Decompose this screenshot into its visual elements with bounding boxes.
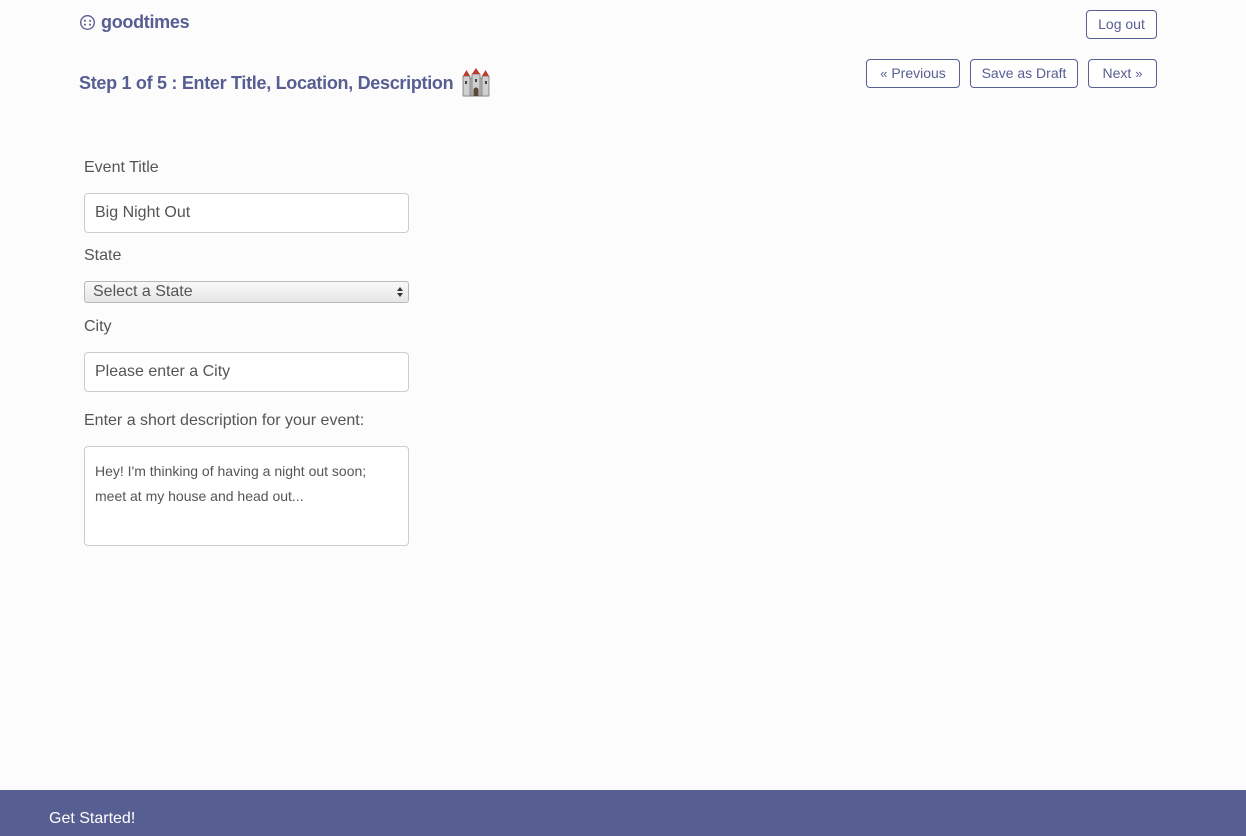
event-title-input[interactable]: [84, 193, 409, 233]
logout-button[interactable]: Log out: [1086, 10, 1157, 39]
brand-name: goodtimes: [101, 12, 190, 32]
save-draft-button[interactable]: Save as Draft: [970, 59, 1078, 88]
state-label: State: [84, 247, 122, 264]
footer-bar: Get Started!: [0, 790, 1246, 836]
event-title-label: Event Title: [84, 159, 159, 176]
select-arrows-icon: [397, 287, 403, 297]
smiley-icon: [80, 15, 95, 30]
previous-label: Previous: [891, 65, 946, 81]
double-chevron-left-icon: «: [880, 66, 888, 81]
description-textarea[interactable]: Hey! I'm thinking of having a night out …: [84, 446, 409, 546]
castle-icon: [462, 68, 490, 97]
city-label: City: [84, 318, 112, 335]
next-label: Next: [1102, 65, 1132, 81]
page: goodtimes Log out Step 1 of 5 : Enter Ti…: [0, 0, 1246, 836]
description-label: Enter a short description for your event…: [84, 412, 365, 429]
brand-logo[interactable]: goodtimes: [79, 12, 190, 33]
next-button[interactable]: Next »: [1088, 59, 1157, 88]
state-select[interactable]: Select a State: [84, 281, 409, 303]
double-chevron-right-icon: »: [1135, 66, 1143, 81]
step-heading: Step 1 of 5 : Enter Title, Location, Des…: [79, 68, 491, 98]
step-title-text: Step 1 of 5 : Enter Title, Location, Des…: [79, 72, 454, 93]
state-select-value: Select a State: [93, 283, 193, 300]
city-input[interactable]: [84, 352, 409, 392]
get-started-link[interactable]: Get Started!: [49, 810, 135, 828]
previous-button[interactable]: « Previous: [866, 59, 960, 88]
